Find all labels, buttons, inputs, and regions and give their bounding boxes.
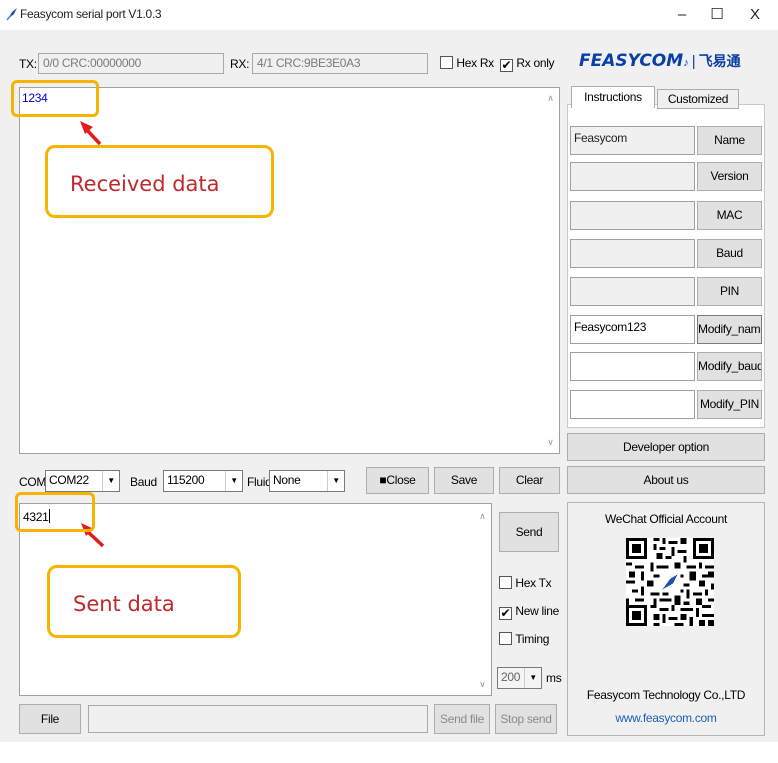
title-bar: Feasycom serial port V1.0.3 – ☐ X bbox=[0, 0, 778, 30]
send-button[interactable]: Send bbox=[499, 512, 559, 552]
hex-rx-checkbox-box[interactable] bbox=[440, 56, 453, 69]
developer-option-button[interactable]: Developer option bbox=[567, 433, 765, 461]
rx-only-label: Rx only bbox=[516, 56, 555, 70]
tx-label: TX: bbox=[19, 57, 37, 71]
logo-signal-icon: ♪ bbox=[683, 57, 689, 69]
minimize-icon: – bbox=[677, 6, 687, 23]
close-window-button[interactable]: X bbox=[738, 2, 772, 28]
com-port-value: COM22 bbox=[49, 473, 89, 487]
stop-send-button[interactable]: Stop send bbox=[495, 704, 557, 734]
chevron-down-icon[interactable]: ▼ bbox=[524, 668, 541, 688]
maximize-button[interactable]: ☐ bbox=[700, 2, 734, 28]
sent-data-highlight bbox=[15, 492, 95, 532]
interval-value: 200 bbox=[501, 670, 521, 684]
new-line-checkbox[interactable]: ✔ New line bbox=[499, 604, 559, 620]
received-data-highlight bbox=[11, 80, 99, 117]
rx-counter-field: 4/1 CRC:9BE3E0A3 bbox=[252, 53, 428, 74]
pin-value-field[interactable] bbox=[570, 277, 695, 306]
wechat-qr-code bbox=[626, 538, 714, 626]
about-us-button[interactable]: About us bbox=[567, 466, 765, 494]
feasycom-logo: FEASYCOM♪ | 飞易通 bbox=[579, 51, 741, 71]
company-name: Feasycom Technology Co.,LTD bbox=[586, 688, 746, 702]
maximize-icon: ☐ bbox=[710, 6, 724, 23]
flow-control-value: None bbox=[273, 473, 301, 487]
new-line-checkbox-box[interactable]: ✔ bbox=[499, 607, 512, 620]
wechat-title: WeChat Official Account bbox=[604, 512, 728, 526]
file-button[interactable]: File bbox=[19, 704, 81, 734]
fluid-label: Fluid bbox=[247, 475, 272, 489]
close-port-button[interactable]: ■Close bbox=[366, 467, 429, 494]
modify-name-button[interactable]: Modify_name bbox=[697, 315, 762, 344]
rx-label: RX: bbox=[230, 57, 250, 71]
com-port-select[interactable]: COM22 ▼ bbox=[45, 470, 120, 492]
chevron-down-icon[interactable]: ▼ bbox=[225, 471, 242, 491]
hex-tx-label: Hex Tx bbox=[515, 576, 552, 590]
baud-rate-select[interactable]: 115200 ▼ bbox=[163, 470, 243, 492]
receive-textarea[interactable]: 1234 ∧ ∨ bbox=[19, 87, 560, 454]
baud-label: Baud bbox=[130, 475, 157, 489]
tx-counter-field: 0/0 CRC:00000000 bbox=[38, 53, 224, 74]
received-data-label: Received data bbox=[70, 172, 220, 196]
rx-only-checkbox-box[interactable]: ✔ bbox=[500, 59, 513, 72]
pin-button[interactable]: PIN bbox=[697, 277, 762, 306]
hex-tx-checkbox-box[interactable] bbox=[499, 576, 512, 589]
baud-button[interactable]: Baud bbox=[697, 239, 762, 268]
timing-label: Timing bbox=[515, 632, 550, 646]
mac-value-field[interactable] bbox=[570, 201, 695, 230]
modify-baud-button[interactable]: Modify_baud bbox=[697, 352, 762, 381]
tab-instructions[interactable]: Instructions bbox=[571, 86, 655, 108]
version-value-field[interactable] bbox=[570, 162, 695, 191]
receive-scrollbar[interactable]: ∧ ∨ bbox=[542, 88, 559, 453]
modify-pin-field[interactable] bbox=[570, 390, 695, 419]
modify-name-field[interactable]: Feasycom123 bbox=[570, 315, 695, 344]
sent-data-label: Sent data bbox=[73, 592, 175, 616]
modify-baud-field[interactable] bbox=[570, 352, 695, 381]
minimize-button[interactable]: – bbox=[665, 2, 699, 28]
logo-chinese: 飞易通 bbox=[698, 54, 741, 70]
chevron-down-icon[interactable]: ▼ bbox=[102, 471, 119, 491]
rx-only-checkbox[interactable]: ✔ Rx only bbox=[500, 56, 555, 72]
timing-checkbox-box[interactable] bbox=[499, 632, 512, 645]
modify-pin-button[interactable]: Modify_PIN bbox=[697, 390, 762, 419]
com-label: COM bbox=[19, 475, 47, 489]
scroll-down-icon[interactable]: ∨ bbox=[542, 437, 559, 448]
send-file-button[interactable]: Send file bbox=[434, 704, 490, 734]
chevron-down-icon[interactable]: ▼ bbox=[327, 471, 344, 491]
scroll-down-icon[interactable]: ∨ bbox=[474, 679, 491, 690]
close-icon: X bbox=[749, 6, 760, 23]
clear-button[interactable]: Clear bbox=[499, 467, 560, 494]
hex-tx-checkbox[interactable]: Hex Tx bbox=[499, 576, 552, 590]
tab-customized[interactable]: Customized bbox=[657, 89, 739, 109]
flow-control-select[interactable]: None ▼ bbox=[269, 470, 345, 492]
name-value-field[interactable]: Feasycom bbox=[570, 126, 695, 155]
timing-checkbox[interactable]: Timing bbox=[499, 632, 549, 646]
name-button[interactable]: Name bbox=[697, 126, 762, 155]
version-button[interactable]: Version bbox=[697, 162, 762, 191]
logo-separator: | bbox=[691, 53, 696, 70]
save-button[interactable]: Save bbox=[434, 467, 494, 494]
file-path-field[interactable] bbox=[88, 705, 428, 733]
scroll-up-icon[interactable]: ∧ bbox=[474, 511, 491, 522]
website-link[interactable]: www.feasycom.com bbox=[567, 711, 765, 725]
new-line-label: New line bbox=[515, 604, 559, 618]
sent-data-callout: Sent data bbox=[47, 565, 241, 638]
received-data-callout: Received data bbox=[45, 145, 274, 218]
hex-rx-label: Hex Rx bbox=[456, 56, 494, 70]
hex-rx-checkbox[interactable]: Hex Rx bbox=[440, 56, 494, 70]
send-scrollbar[interactable]: ∧ ∨ bbox=[474, 504, 491, 695]
interval-unit: ms bbox=[546, 671, 562, 685]
baud-value-field[interactable] bbox=[570, 239, 695, 268]
logo-wordmark: FEASYCOM bbox=[579, 51, 684, 71]
app-icon bbox=[6, 8, 17, 21]
interval-select[interactable]: 200 ▼ bbox=[497, 667, 542, 689]
scroll-up-icon[interactable]: ∧ bbox=[542, 93, 559, 104]
baud-rate-value: 115200 bbox=[167, 473, 205, 487]
window-title: Feasycom serial port V1.0.3 bbox=[20, 7, 162, 21]
mac-button[interactable]: MAC bbox=[697, 201, 762, 230]
